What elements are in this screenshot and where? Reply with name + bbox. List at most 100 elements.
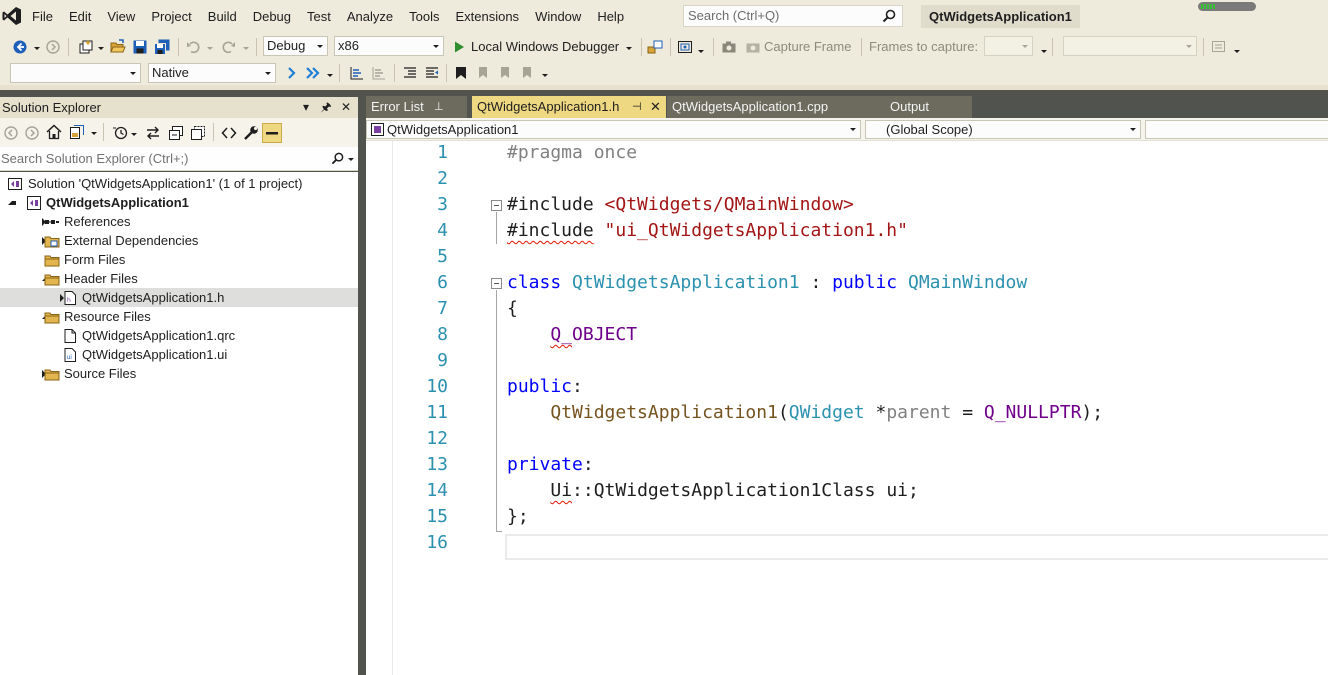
global-scope-dropdown[interactable]: (Global Scope) (865, 120, 1141, 139)
undo-dropdown-icon[interactable] (207, 47, 213, 50)
code-line[interactable]: 10 public: (366, 374, 1328, 400)
panel-splitter[interactable] (358, 97, 366, 675)
solution-platform-dropdown[interactable]: x86 (334, 36, 444, 56)
pin-tab-icon[interactable]: ⊣ (632, 96, 642, 118)
tab-cpp-file[interactable]: QtWidgetsApplication1.cpp (667, 96, 878, 118)
new-project-icon[interactable] (78, 39, 94, 55)
home-icon[interactable] (46, 124, 62, 140)
code-line[interactable]: 15}; (366, 504, 1328, 530)
code-line[interactable]: 8 Q_OBJECT (366, 322, 1328, 348)
tree-item[interactable]: QtWidgetsApplication1.qrc (0, 326, 358, 345)
menu-help[interactable]: Help (589, 8, 632, 26)
code-line[interactable]: 12 (366, 426, 1328, 452)
collapse-arrow-icon[interactable] (8, 201, 16, 205)
view-code-icon[interactable] (221, 125, 237, 141)
graphics-target-dropdown[interactable] (1063, 36, 1197, 56)
menu-debug[interactable]: Debug (245, 8, 299, 26)
undo-icon[interactable] (186, 39, 202, 55)
tree-item[interactable]: Source Files (0, 364, 358, 383)
quick-launch-search-input[interactable]: Search (Ctrl+Q) (683, 5, 903, 27)
sync-with-active-document-icon[interactable] (145, 125, 161, 141)
code-line[interactable]: 11 QtWidgetsApplication1(QWidget *parent… (366, 400, 1328, 426)
capture-frame-icon[interactable] (745, 39, 761, 55)
menu-extensions[interactable]: Extensions (447, 8, 527, 26)
code-line[interactable]: 13 private: (366, 452, 1328, 478)
graphics-dropdown-icon[interactable] (698, 50, 704, 53)
menu-tools[interactable]: Tools (401, 8, 447, 26)
step-dropdown-icon[interactable] (327, 74, 333, 77)
toolbar-overflow-icon[interactable] (542, 74, 548, 77)
menu-project[interactable]: Project (143, 8, 199, 26)
toolbar-overflow-icon[interactable] (1041, 50, 1047, 53)
solution-explorer-search-input[interactable]: Search Solution Explorer (Ctrl+;) (0, 147, 358, 171)
tree-item[interactable]: Header Files (0, 269, 358, 288)
code-line[interactable]: 1 #pragma once (366, 140, 1328, 166)
redo-dropdown-icon[interactable] (243, 47, 249, 50)
switch-views-icon[interactable] (69, 124, 85, 140)
code-line[interactable]: 7{ (366, 296, 1328, 322)
attach-to-process-icon[interactable] (647, 39, 663, 55)
navigate-back-dropdown-icon[interactable] (34, 47, 40, 50)
code-line[interactable]: 6 class QtWidgetsApplication1 : public QM… (366, 270, 1328, 296)
debug-target-dropdown-icon[interactable] (626, 47, 632, 50)
back-icon[interactable] (3, 125, 19, 141)
screenshot-camera-icon[interactable] (721, 39, 737, 55)
tree-item[interactable]: References (0, 212, 358, 231)
pending-changes-filter-icon[interactable] (112, 125, 128, 141)
save-all-icon[interactable] (154, 39, 170, 55)
start-debugging-button[interactable]: Local Windows Debugger (471, 38, 619, 56)
comment-out-icon[interactable] (1211, 39, 1227, 55)
next-bookmark-icon[interactable] (497, 65, 513, 81)
tree-item[interactable]: ui QtWidgetsApplication1.ui (0, 345, 358, 364)
code-type-select[interactable]: Native (148, 63, 276, 83)
navigate-forward-icon[interactable] (45, 39, 61, 55)
redo-icon[interactable] (220, 39, 236, 55)
visual-studio-logo-icon[interactable] (2, 6, 22, 26)
navigate-back-icon[interactable] (12, 39, 28, 55)
clear-bookmarks-icon[interactable] (519, 65, 535, 81)
tree-item[interactable]: External Dependencies (0, 231, 358, 250)
code-line[interactable]: 5 (366, 244, 1328, 270)
show-threads-icon[interactable] (349, 65, 365, 81)
tab-output[interactable]: Output (878, 96, 972, 118)
code-line[interactable]: 3 #include <QtWidgets/QMainWindow> (366, 192, 1328, 218)
pin-tab-icon[interactable]: ⊥ (434, 96, 444, 118)
code-line[interactable]: 9 (366, 348, 1328, 374)
code-line[interactable]: 4 #include "ui_QtWidgetsApplication1.h" (366, 218, 1328, 244)
code-line[interactable]: 16 (366, 530, 1328, 556)
solution-configuration-dropdown[interactable]: Debug (263, 36, 328, 56)
code-line[interactable]: 2 (366, 166, 1328, 192)
pin-icon[interactable]: 🖈 (320, 97, 332, 118)
show-all-files-icon[interactable] (190, 125, 206, 141)
open-file-icon[interactable] (110, 39, 126, 55)
tree-item[interactable]: Form Files (0, 250, 358, 269)
save-icon[interactable] (132, 39, 148, 55)
project-scope-dropdown[interactable]: QtWidgetsApplication1 (366, 120, 861, 139)
indent-icon[interactable] (402, 65, 418, 81)
feedback-indicator-icon[interactable] (1198, 2, 1256, 11)
preview-selected-items-icon[interactable] (262, 123, 282, 143)
step-over-icon[interactable] (305, 65, 321, 81)
menu-test[interactable]: Test (299, 8, 339, 26)
flag-threads-icon[interactable] (371, 65, 387, 81)
window-position-dropdown-icon[interactable]: ▾ (300, 97, 312, 118)
tree-item[interactable]: h QtWidgetsApplication1.h (0, 288, 358, 307)
step-into-icon[interactable] (284, 65, 300, 81)
menu-view[interactable]: View (99, 8, 143, 26)
menu-edit[interactable]: Edit (61, 8, 99, 26)
capture-frame-button[interactable]: Capture Frame (764, 38, 851, 56)
collapse-all-icon[interactable] (168, 125, 184, 141)
tree-item[interactable]: Solution 'QtWidgetsApplication1' (1 of 1… (0, 174, 358, 193)
previous-bookmark-icon[interactable] (475, 65, 491, 81)
code-editor[interactable]: 1 #pragma once 2 3 #include <QtWidgets/QMain… (366, 141, 1328, 675)
properties-wrench-icon[interactable] (243, 125, 259, 141)
menu-build[interactable]: Build (200, 8, 245, 26)
start-debugging-icon[interactable] (451, 39, 467, 55)
tree-item[interactable]: QtWidgetsApplication1 (0, 193, 358, 212)
forward-icon[interactable] (24, 125, 40, 141)
graphics-diagnostics-icon[interactable] (677, 39, 693, 55)
menu-window[interactable]: Window (527, 8, 589, 26)
tab-error-list[interactable]: Error List ⊥ (366, 96, 467, 118)
toolbar-overflow-icon[interactable] (1234, 50, 1240, 53)
bookmark-icon[interactable] (453, 65, 469, 81)
